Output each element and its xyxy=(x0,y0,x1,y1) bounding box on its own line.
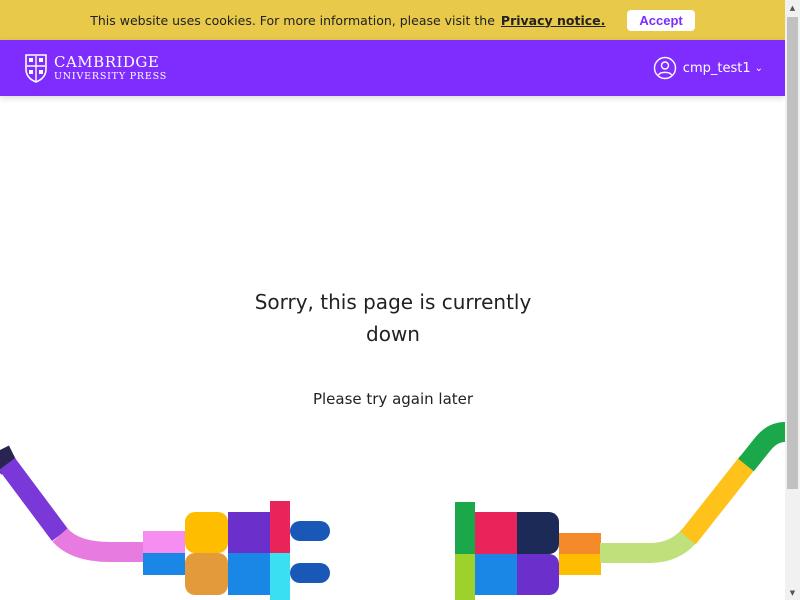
privacy-notice-link[interactable]: Privacy notice. xyxy=(501,13,606,28)
right-cable-green xyxy=(738,422,785,472)
right-plug-navy-fill xyxy=(517,512,537,554)
brand-name: CAMBRIDGE xyxy=(54,52,160,71)
username-label: cmp_test1 xyxy=(682,60,751,76)
chevron-down-icon: ⌄ xyxy=(754,62,763,74)
accept-cookies-button[interactable]: Accept xyxy=(627,9,695,31)
cookie-banner: This website uses cookies. For more info… xyxy=(0,0,785,40)
user-circle-icon xyxy=(653,56,676,80)
brand-subtitle: UNIVERSITY PRESS xyxy=(54,70,168,82)
right-cable-yellow xyxy=(680,455,756,545)
left-plug-cyan xyxy=(270,553,290,600)
right-plug-lime xyxy=(455,554,475,600)
site-header: CAMBRIDGE UNIVERSITY PRESS cmp_test1 ⌄ xyxy=(0,40,785,96)
right-plug-green-top xyxy=(455,502,475,554)
user-menu[interactable]: cmp_test1 ⌄ xyxy=(653,56,763,80)
right-plug-collar-yellow xyxy=(559,554,601,575)
left-plug-blue xyxy=(228,553,270,595)
page-scrollbar[interactable]: ▲ ▼ xyxy=(785,0,800,600)
left-plug-prong-bottom xyxy=(290,563,330,583)
right-plug-red xyxy=(475,512,517,554)
page-title: Sorry, this page is currently down xyxy=(254,290,532,346)
unplugged-plug-illustration xyxy=(0,422,785,600)
left-cable-purple xyxy=(0,458,69,541)
scroll-thumb[interactable] xyxy=(787,17,798,489)
right-cable-lime xyxy=(600,528,698,563)
left-plug-red xyxy=(270,501,290,553)
left-plug-orange xyxy=(185,553,228,595)
right-plug-collar-orange xyxy=(559,533,601,554)
left-plug-yellow xyxy=(185,512,228,553)
scroll-down-arrow-icon[interactable]: ▼ xyxy=(785,585,800,600)
cookie-text: This website uses cookies. For more info… xyxy=(90,12,495,28)
left-plug-violet xyxy=(228,512,270,553)
left-plug-collar-pink xyxy=(143,531,185,553)
page-subtitle: Please try again later xyxy=(312,390,474,408)
left-cable-pink xyxy=(52,527,145,562)
cambridge-logo[interactable]: CAMBRIDGE UNIVERSITY PRESS xyxy=(24,53,167,83)
right-plug-blue xyxy=(475,554,517,595)
university-crest-icon xyxy=(25,54,47,83)
error-message: Sorry, this page is currently down Pleas… xyxy=(243,286,543,408)
left-plug-prong-top xyxy=(290,521,330,541)
right-plug-violet-fill xyxy=(517,554,537,595)
left-plug-collar-blue xyxy=(143,553,185,575)
scroll-up-arrow-icon[interactable]: ▲ xyxy=(785,0,800,15)
